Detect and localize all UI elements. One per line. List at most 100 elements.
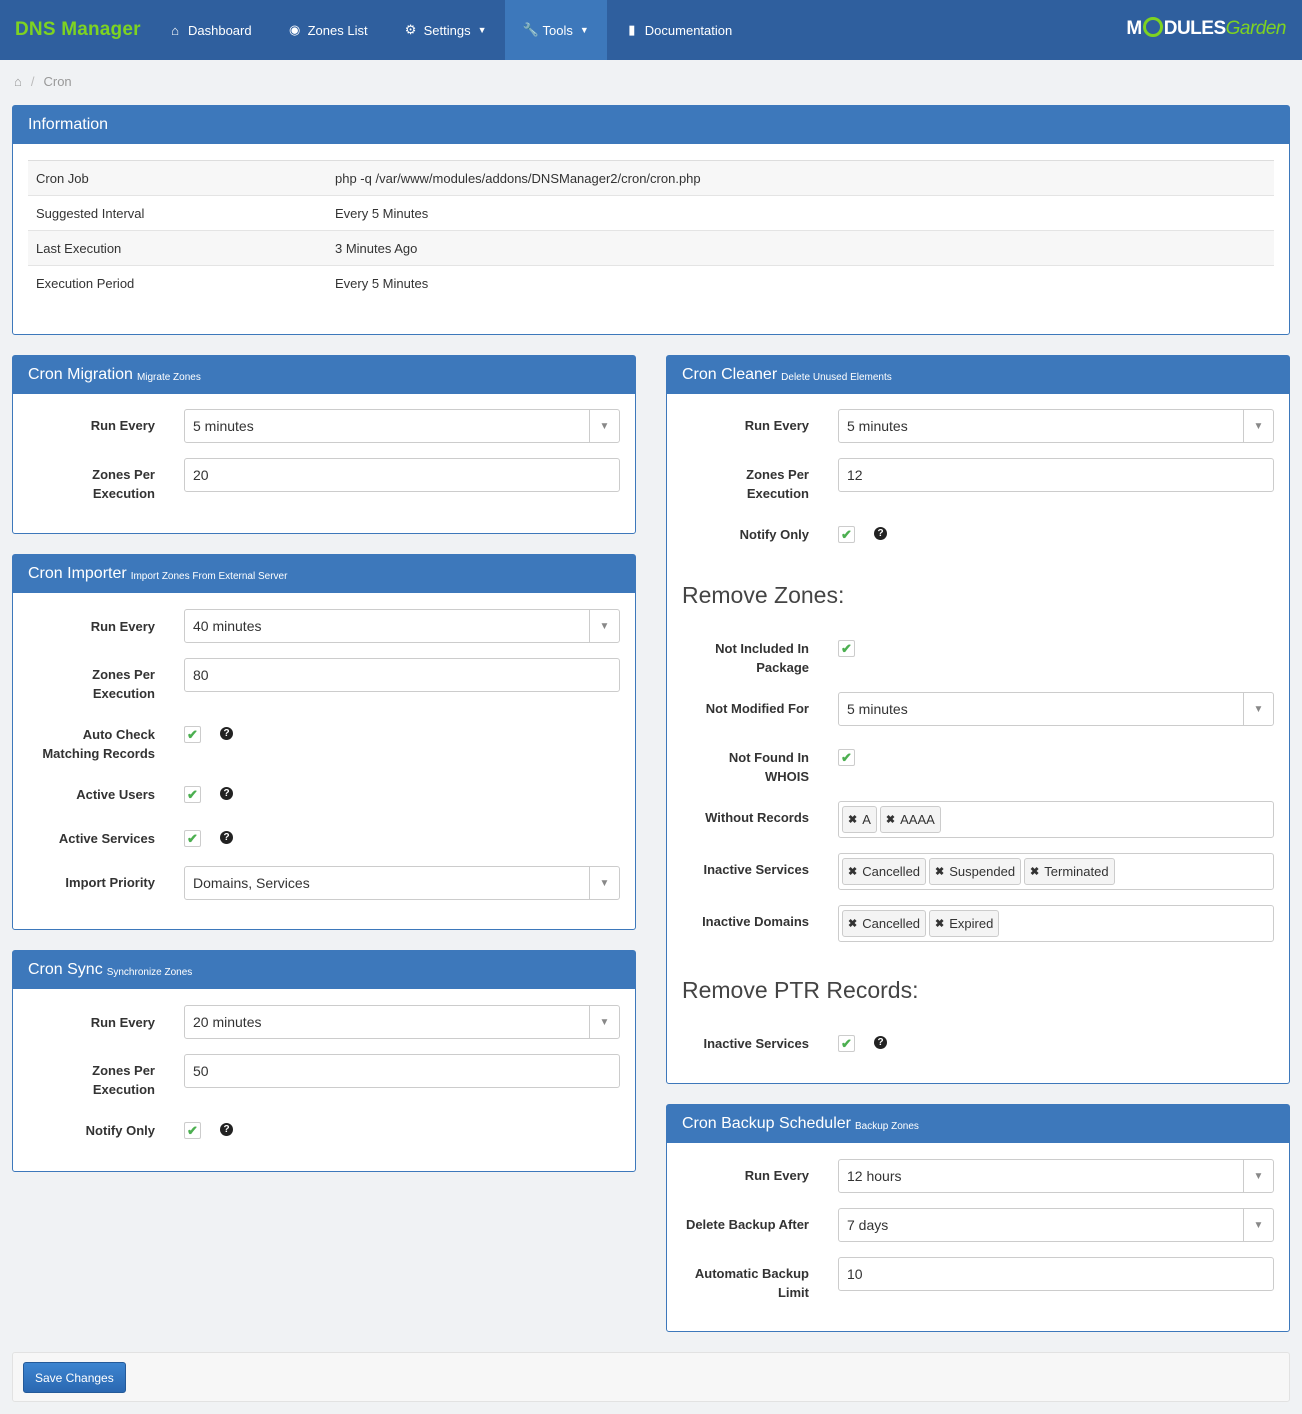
tag[interactable]: ✖ Terminated — [1024, 858, 1115, 885]
import-priority-select[interactable]: Domains, Services ▼ — [184, 866, 620, 900]
tag-label: Suspended — [949, 864, 1016, 879]
cron-sync-panel: Cron Sync Synchronize Zones Run Every 20… — [12, 950, 636, 1172]
table-row: Suggested Interval Every 5 Minutes — [28, 196, 1274, 231]
cron-importer-header: Cron Importer Import Zones From External… — [13, 555, 635, 593]
zones-per-execution-input[interactable]: 50 — [184, 1054, 620, 1088]
notify-only-checkbox[interactable]: ✔ — [838, 526, 855, 543]
help-icon[interactable]: ? — [874, 1036, 887, 1049]
navbar: DNS Manager ⌂ Dashboard ◉ Zones List ⚙ S… — [0, 0, 1302, 60]
help-icon[interactable]: ? — [220, 1123, 233, 1136]
zones-per-execution-input[interactable]: 12 — [838, 458, 1274, 492]
delete-backup-after-select[interactable]: 7 days ▼ — [838, 1208, 1274, 1242]
tag[interactable]: ✖ A — [842, 806, 877, 833]
active-users-checkbox[interactable]: ✔ — [184, 786, 201, 803]
table-row: Last Execution 3 Minutes Ago — [28, 231, 1274, 266]
brand-title[interactable]: DNS Manager — [0, 19, 150, 41]
label-line: Automatic Backup — [694, 1266, 809, 1281]
cron-importer-panel: Cron Importer Import Zones From External… — [12, 554, 636, 930]
run-every-select[interactable]: 12 hours ▼ — [838, 1159, 1274, 1193]
tag-label: Terminated — [1044, 864, 1109, 879]
active-services-checkbox[interactable]: ✔ — [184, 830, 201, 847]
zones-per-execution-input[interactable]: 20 — [184, 458, 620, 492]
run-every-select[interactable]: 5 minutes ▼ — [184, 409, 620, 443]
chevron-down-icon: ▼ — [1243, 1160, 1273, 1192]
run-every-select[interactable]: 40 minutes ▼ — [184, 609, 620, 643]
help-icon[interactable]: ? — [220, 727, 233, 740]
nav-settings[interactable]: ⚙ Settings ▼ — [386, 0, 505, 60]
auto-check-checkbox[interactable]: ✔ — [184, 726, 201, 743]
tag[interactable]: ✖ Cancelled — [842, 858, 927, 885]
without-records-multiselect[interactable]: ✖ A ✖ AAAA — [838, 801, 1274, 838]
nav-dashboard[interactable]: ⌂ Dashboard — [150, 0, 270, 60]
panel-title: Cron Importer — [28, 565, 127, 582]
zones-per-execution-input[interactable]: 80 — [184, 658, 620, 692]
save-changes-button[interactable]: Save Changes — [23, 1362, 126, 1393]
remove-tag-icon[interactable]: ✖ — [848, 813, 857, 826]
remove-tag-icon[interactable]: ✖ — [935, 917, 944, 930]
panel-title: Cron Migration — [28, 366, 133, 383]
zones-per-execution-label: Zones Per Execution — [92, 665, 155, 703]
not-included-checkbox[interactable]: ✔ — [838, 640, 855, 657]
home-icon[interactable]: ⌂ — [14, 74, 22, 89]
book-icon: ▮ — [628, 22, 636, 37]
label-line: Execution — [746, 486, 809, 501]
inactive-domains-multiselect[interactable]: ✖ Cancelled ✖ Expired — [838, 905, 1274, 942]
help-icon[interactable]: ? — [220, 787, 233, 800]
inactive-services-multiselect[interactable]: ✖ Cancelled ✖ Suspended ✖ Terminated — [838, 853, 1274, 890]
modulesgarden-logo[interactable]: M DULESGarden — [1126, 17, 1287, 40]
run-every-label: Run Every — [744, 1168, 809, 1183]
run-every-value: 12 hours — [847, 1168, 902, 1184]
panel-title: Cron Cleaner — [682, 366, 778, 383]
home-icon: ⌂ — [171, 22, 179, 38]
remove-tag-icon[interactable]: ✖ — [886, 813, 895, 826]
inactive-services-label: Inactive Services — [703, 862, 809, 877]
info-value: php -q /var/www/modules/addons/DNSManage… — [335, 170, 701, 186]
label-line: WHOIS — [764, 769, 809, 784]
run-every-select[interactable]: 20 minutes ▼ — [184, 1005, 620, 1039]
run-every-value: 5 minutes — [847, 418, 908, 434]
tag[interactable]: ✖ Cancelled — [842, 910, 927, 937]
help-icon[interactable]: ? — [874, 527, 887, 540]
form-actions-bar: Save Changes — [12, 1352, 1290, 1402]
ptr-inactive-services-checkbox[interactable]: ✔ — [838, 1035, 855, 1052]
tag[interactable]: ✖ AAAA — [879, 806, 941, 833]
notify-only-label: Notify Only — [739, 527, 809, 542]
automatic-backup-limit-input[interactable]: 10 — [838, 1257, 1274, 1291]
remove-tag-icon[interactable]: ✖ — [848, 865, 857, 878]
remove-ptr-heading: Remove PTR Records: — [682, 977, 919, 1003]
run-every-select[interactable]: 5 minutes ▼ — [838, 409, 1274, 443]
tag-label: Cancelled — [862, 864, 921, 879]
tag[interactable]: ✖ Expired — [929, 910, 1000, 937]
logo-circle-icon — [1142, 17, 1163, 37]
information-panel-header: Information — [13, 106, 1289, 144]
tag[interactable]: ✖ Suspended — [929, 858, 1022, 885]
zones-per-execution-value: 12 — [847, 467, 863, 483]
nav-tools[interactable]: 🔧 Tools ▼ — [504, 0, 607, 60]
run-every-label: Run Every — [90, 418, 155, 433]
zones-per-execution-value: 80 — [193, 667, 209, 683]
remove-tag-icon[interactable]: ✖ — [1030, 865, 1039, 878]
help-icon[interactable]: ? — [220, 831, 233, 844]
logo-text: DULES — [1163, 18, 1226, 39]
logo-text: M — [1126, 18, 1142, 39]
label-line: Zones Per — [92, 1063, 155, 1078]
remove-tag-icon[interactable]: ✖ — [848, 917, 857, 930]
import-priority-label: Import Priority — [65, 875, 155, 890]
not-modified-select[interactable]: 5 minutes ▼ — [838, 692, 1274, 726]
not-found-whois-label: Not Found In WHOIS — [729, 748, 809, 786]
chevron-down-icon: ▼ — [1243, 693, 1273, 725]
breadcrumb-separator: / — [30, 74, 35, 89]
table-row: Execution Period Every 5 Minutes — [28, 266, 1274, 301]
nav-dashboard-label: Dashboard — [188, 22, 252, 38]
remove-tag-icon[interactable]: ✖ — [935, 865, 944, 878]
tag-label: Expired — [949, 916, 994, 931]
label-line: Zones Per — [92, 667, 155, 682]
nav-zones-list[interactable]: ◉ Zones List — [270, 0, 386, 60]
run-every-label: Run Every — [90, 619, 155, 634]
notify-only-checkbox[interactable]: ✔ — [184, 1122, 201, 1139]
not-found-whois-checkbox[interactable]: ✔ — [838, 749, 855, 766]
information-panel: Information Cron Job php -q /var/www/mod… — [12, 105, 1290, 335]
nav-documentation[interactable]: ▮ Documentation — [607, 0, 750, 60]
without-records-label: Without Records — [705, 810, 809, 825]
label-line: Execution — [92, 1082, 155, 1097]
